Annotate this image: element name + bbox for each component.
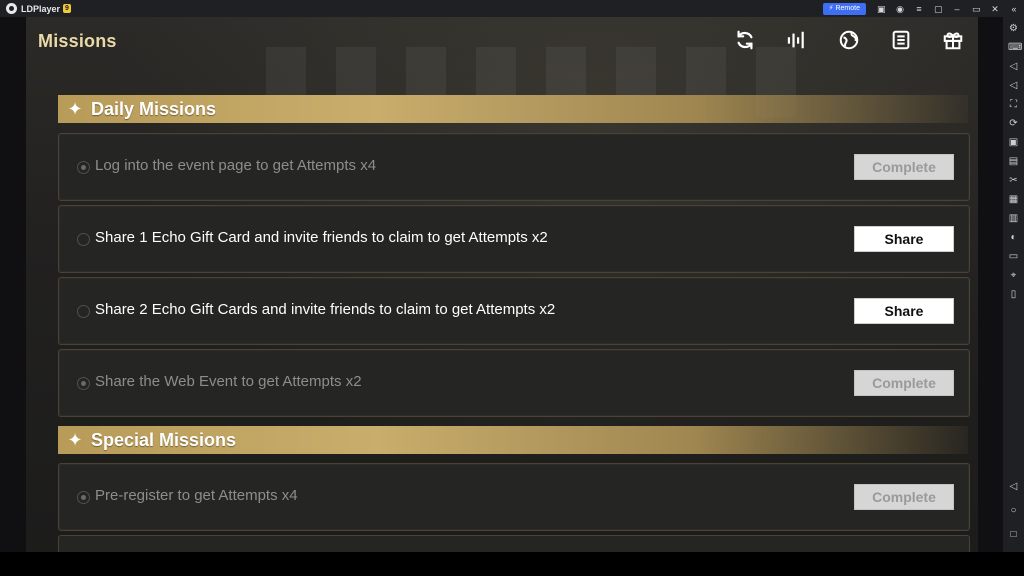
gamepad-icon[interactable]: ▣ — [877, 4, 886, 13]
multi-instance-icon[interactable]: ▦ — [1008, 194, 1019, 205]
mission-row: Share the Web Event to get Attempts x2 C… — [58, 349, 970, 417]
operation-icon[interactable]: ◐ — [1008, 232, 1019, 243]
restore-icon[interactable]: ▭ — [972, 4, 981, 13]
gift-icon[interactable] — [940, 27, 966, 53]
mission-row: Log into the event page to get Attempts … — [58, 133, 970, 201]
refresh-icon[interactable] — [732, 27, 758, 53]
list-icon[interactable] — [888, 27, 914, 53]
location-icon[interactable]: ⌖ — [1008, 270, 1019, 281]
share-button[interactable]: Share — [854, 226, 954, 252]
mission-text: Log into the event page to get Attempts … — [95, 157, 377, 174]
bottom-strip — [0, 552, 1024, 576]
right-gutter — [978, 17, 1003, 552]
shake-icon[interactable]: ▯ — [1008, 289, 1019, 300]
remote-button[interactable]: ⚡ Remote — [822, 2, 866, 15]
mission-status-icon — [77, 377, 90, 390]
emulator-window: LDPlayer 9 ⚡ Remote ▣ ◉ ≡ ▢ – ▭ ✕ « Miss… — [0, 0, 1024, 576]
keyboard-icon[interactable]: ⌨ — [1008, 42, 1022, 53]
mission-text: Share the Web Event to get Attempts x2 — [95, 373, 362, 390]
mission-row: Share 2 Echo Gift Cards and invite frien… — [58, 277, 970, 345]
complete-button[interactable]: Complete — [854, 154, 954, 180]
sync-icon[interactable]: ▥ — [1008, 213, 1019, 224]
fullscreen-icon[interactable]: ⛶ — [1008, 99, 1019, 110]
section-title: Special Missions — [91, 429, 237, 450]
scissors-icon[interactable]: ✂ — [1008, 175, 1019, 186]
sparkle-icon: ✦ — [67, 99, 83, 119]
mission-status-icon — [77, 491, 90, 504]
mission-text: Share 2 Echo Gift Cards and invite frien… — [95, 301, 556, 318]
minimize-icon[interactable]: – — [953, 4, 961, 13]
mission-text: Share 1 Echo Gift Card and invite friend… — [95, 229, 548, 246]
sparkle-icon: ✦ — [67, 430, 83, 450]
settings-icon[interactable]: ⚙ — [1008, 23, 1019, 34]
emulator-sidebar: ⚙ ⌨ ◁ ◁ ⛶ ⟳ ▣ ▤ ✂ ▦ ▥ ◐ ▭ ⌖ ▯ ◁ ○ □ — [1003, 17, 1024, 552]
account-icon[interactable]: ◉ — [896, 4, 904, 13]
mission-text: Pre-register to get Attempts x4 — [95, 487, 298, 504]
collapse-sidebar-icon[interactable]: « — [1010, 4, 1018, 13]
ldplayer-logo-icon — [6, 3, 17, 14]
window-mode-icon[interactable]: ▢ — [934, 4, 943, 13]
volume-down-icon[interactable]: ◁ — [1008, 80, 1019, 91]
recent-apps-icon[interactable]: □ — [1008, 529, 1019, 540]
top-icon-bar — [732, 27, 978, 53]
mission-row: Pre-register to get Attempts x4 Complete — [58, 463, 970, 531]
menu-icon[interactable]: ≡ — [915, 4, 923, 13]
rotate-icon[interactable]: ⟳ — [1008, 118, 1019, 129]
app-title: LDPlayer — [21, 3, 61, 14]
close-icon[interactable]: ✕ — [991, 4, 999, 13]
volume-up-icon[interactable]: ◁ — [1008, 61, 1019, 72]
game-screen: Missions ✦ Daily Missions Log into the e… — [26, 17, 978, 552]
install-apk-icon[interactable]: ▣ — [1008, 137, 1019, 148]
audio-bars-icon[interactable] — [784, 27, 810, 53]
mission-row-partial — [58, 535, 970, 552]
complete-button[interactable]: Complete — [854, 370, 954, 396]
mission-status-icon — [77, 233, 90, 246]
special-missions-header: ✦ Special Missions — [58, 426, 968, 454]
remote-label: Remote — [835, 4, 860, 12]
version-badge: 9 — [63, 4, 71, 13]
home-icon[interactable]: ○ — [1008, 505, 1019, 516]
back-icon[interactable]: ◁ — [1008, 481, 1019, 492]
mission-status-icon — [77, 305, 90, 318]
mission-status-icon — [77, 161, 90, 174]
section-title: Daily Missions — [91, 98, 217, 119]
left-gutter — [0, 17, 26, 552]
page-title: Missions — [38, 31, 117, 51]
record-icon[interactable]: ▤ — [1008, 156, 1019, 167]
mission-row: Share 1 Echo Gift Card and invite friend… — [58, 205, 970, 273]
emulator-title-bar: LDPlayer 9 ⚡ Remote ▣ ◉ ≡ ▢ – ▭ ✕ « — [0, 0, 1024, 17]
globe-icon[interactable] — [836, 27, 862, 53]
complete-button[interactable]: Complete — [854, 484, 954, 510]
folder-icon[interactable]: ▭ — [1008, 251, 1019, 262]
share-button[interactable]: Share — [854, 298, 954, 324]
daily-missions-header: ✦ Daily Missions — [58, 95, 968, 123]
